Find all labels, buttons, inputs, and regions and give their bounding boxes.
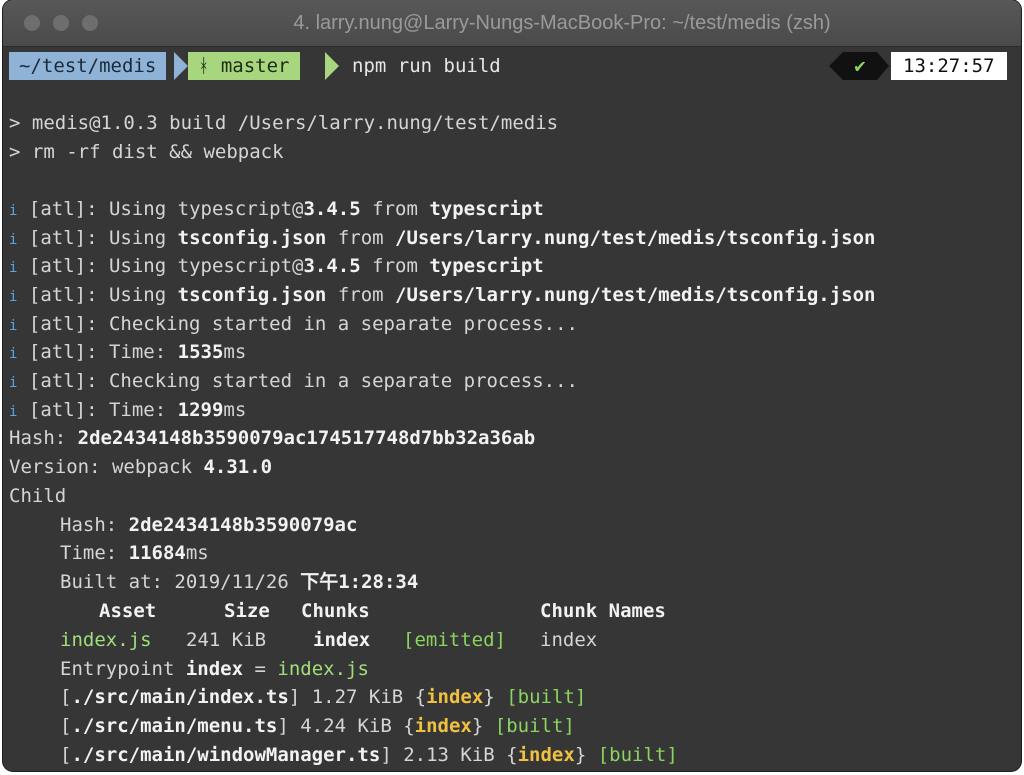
prompt-line: ~/test/medis ᚼ master npm run build ✔ 13… [9,52,1015,80]
output-line: i [atl]: Time: 1535ms [9,341,247,363]
output-line: Time: 11684ms [60,542,209,564]
table-header-asset: Asset [99,600,157,622]
prompt-command: npm run build [352,55,501,77]
output-line: Entrypoint index = index.js [60,658,369,680]
output-line: Child [9,485,67,507]
asset-file: index.js [60,629,152,651]
output-line: i [atl]: Using typescript@3.4.5 from typ… [9,255,544,277]
window-title: 4. larry.nung@Larry-Nungs-MacBook-Pro: ~… [293,12,831,34]
title-bar: 4. larry.nung@Larry-Nungs-MacBook-Pro: ~… [3,0,1021,47]
output-line: i [atl]: Checking started in a separate … [9,313,578,335]
output-line: Hash: 2de2434148b3590079ac174517748d7bb3… [9,427,536,449]
prompt-git-segment: ᚼ master [188,52,300,80]
output-line: i [atl]: Using tsconfig.json from /Users… [9,227,876,249]
output-line: > rm -rf dist && webpack [9,141,284,163]
segment-separator [877,52,889,80]
module-line: [./src/main/index.ts] 1.27 KiB {index} [… [60,686,587,708]
segment-separator [829,52,843,80]
output-line: i [atl]: Time: 1299ms [9,399,247,421]
prompt-branch: master [220,55,290,77]
terminal-content[interactable]: ~/test/medis ᚼ master npm run build ✔ 13… [9,52,1015,771]
asset-flag: [emitted] [403,629,506,651]
git-branch-icon: ᚼ [198,55,210,77]
info-icon: i [9,289,18,305]
output-line: Version: webpack 4.31.0 [9,456,273,478]
info-icon: i [9,232,18,248]
asset-size: 241 KiB [186,629,267,651]
output-line: > medis@1.0.3 build /Users/larry.nung/te… [9,112,559,134]
module-line: [./src/main/menu.ts] 4.24 KiB {index} [b… [60,715,575,737]
output-line: i [atl]: Using tsconfig.json from /Users… [9,284,876,306]
info-icon: i [9,404,18,420]
info-icon: i [9,203,18,219]
output-line: Hash: 2de2434148b3590079ac [60,514,358,536]
prompt-dir: ~/test/medis [19,55,157,77]
output-line: i [atl]: Using typescript@3.4.5 from typ… [9,198,544,220]
info-icon: i [9,260,18,276]
terminal-window: 4. larry.nung@Larry-Nungs-MacBook-Pro: ~… [3,0,1021,771]
table-header-size: Size [224,600,270,622]
info-icon: i [9,375,18,391]
segment-separator [325,52,339,80]
prompt-time: 13:27:57 [891,52,1007,80]
table-header-chunks: Chunks [301,600,370,622]
asset-chunk-name: index [540,629,598,651]
info-icon: i [9,318,18,334]
output-line: i [atl]: Checking started in a separate … [9,370,578,392]
check-icon: ✔ [843,52,877,80]
output-line: Built at: 2019/11/26 下午1:28:34 [60,571,419,593]
prompt-dir-segment: ~/test/medis [9,52,167,80]
segment-separator [174,52,188,80]
module-line: [./src/main/windowManager.ts] 2.13 KiB {… [60,744,678,766]
asset-chunk: index [313,629,371,651]
info-icon: i [9,346,18,362]
table-header-chunk-names: Chunk Names [540,600,666,622]
